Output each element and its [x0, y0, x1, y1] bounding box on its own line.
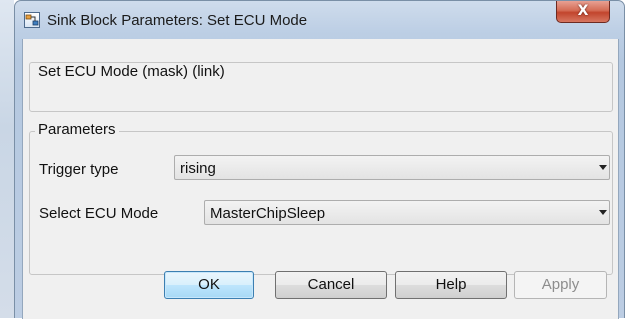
- cancel-button[interactable]: Cancel: [275, 271, 387, 299]
- description-group-title: Set ECU Mode (mask) (link): [35, 63, 228, 80]
- title-bar[interactable]: Sink Block Parameters: Set ECU Mode X: [15, 1, 624, 39]
- ecu-mode-value: MasterChipSleep: [210, 205, 326, 222]
- trigger-type-dropdown[interactable]: rising: [174, 155, 610, 180]
- simulink-block-icon: [24, 12, 40, 28]
- dialog-body: Set ECU Mode (mask) (link) Parameters Tr…: [22, 39, 619, 319]
- close-icon: X: [577, 3, 589, 19]
- apply-button[interactable]: Apply: [514, 271, 607, 299]
- parameters-group-title: Parameters: [35, 121, 119, 138]
- window-title: Sink Block Parameters: Set ECU Mode: [47, 12, 308, 29]
- trigger-type-value: rising: [180, 160, 216, 177]
- close-button[interactable]: X: [556, 1, 610, 23]
- dialog-window: Sink Block Parameters: Set ECU Mode X Se…: [14, 0, 625, 319]
- ecu-mode-dropdown[interactable]: MasterChipSleep: [204, 200, 610, 225]
- trigger-type-label: Trigger type: [39, 161, 119, 178]
- ecu-mode-label: Select ECU Mode: [39, 205, 159, 222]
- background-window-edge: [0, 0, 14, 318]
- ok-button[interactable]: OK: [164, 271, 254, 299]
- help-button[interactable]: Help: [395, 271, 507, 299]
